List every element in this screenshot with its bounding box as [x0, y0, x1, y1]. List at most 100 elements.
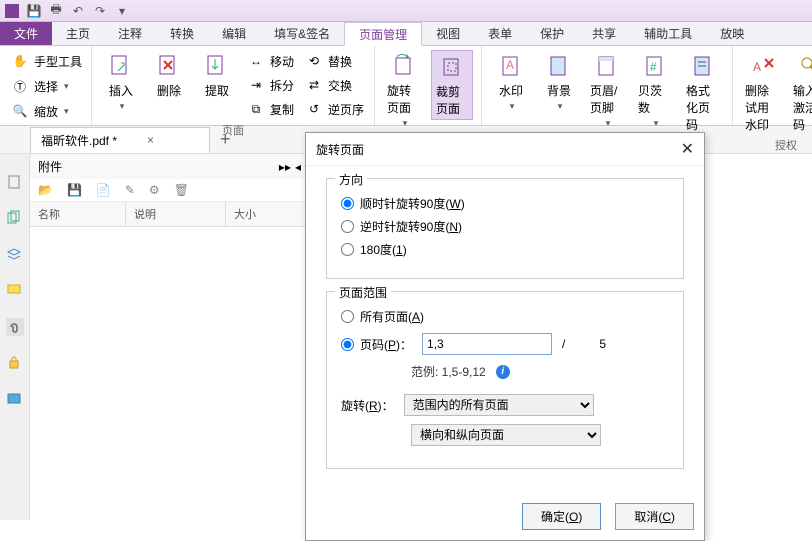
move-button[interactable]: ↔移动 [244, 50, 296, 72]
tab-home[interactable]: 主页 [52, 22, 104, 45]
bookmark-icon[interactable] [6, 174, 24, 192]
delete-button[interactable]: 删除 [148, 50, 190, 101]
svg-text:A: A [506, 58, 514, 72]
tab-fillsign[interactable]: 填写&签名 [260, 22, 344, 45]
close-tab-icon[interactable]: × [147, 133, 154, 147]
reverse-button[interactable]: ↺逆页序 [302, 98, 366, 120]
close-icon[interactable]: ✕ [681, 139, 694, 159]
qat-undo-icon[interactable]: ↶ [70, 3, 86, 19]
tab-file[interactable]: 文件 [0, 22, 52, 45]
collapse-icon[interactable]: ▸▸ [279, 160, 291, 174]
tab-a11y[interactable]: 辅助工具 [630, 22, 706, 45]
tab-protect[interactable]: 保护 [526, 22, 578, 45]
hand-icon: ✋ [10, 51, 30, 71]
app-icon [4, 3, 20, 19]
col-name[interactable]: 名称 [30, 202, 126, 226]
rotate-pages-dialog: 旋转页面 ✕ 方向 顺时针旋转90度(W) 逆时针旋转90度(N) 180度(1… [305, 132, 705, 541]
col-desc[interactable]: 说明 [126, 202, 226, 226]
direction-fieldset: 方向 顺时针旋转90度(W) 逆时针旋转90度(N) 180度(1) [326, 178, 684, 279]
panel-title: 附件 [38, 158, 62, 175]
tab-organize[interactable]: 页面管理 [344, 22, 422, 46]
edit-icon[interactable]: ✎ [125, 183, 135, 197]
insert-button[interactable]: 插入▾ [100, 50, 142, 114]
comments-icon[interactable] [6, 282, 24, 300]
extract-button[interactable]: 提取 [196, 50, 238, 101]
split-icon: ⇥ [246, 75, 266, 95]
radio-pages[interactable]: 页码(P)： [341, 336, 412, 353]
tab-present[interactable]: 放映 [706, 22, 758, 45]
radio-ccw[interactable]: 逆时针旋转90度(N) [341, 218, 669, 235]
range-fieldset: 页面范围 所有页面(A) 页码(P)： / 5 范例: 1,5-9,12i 旋转… [326, 291, 684, 469]
zoom-icon: 🔍 [10, 101, 30, 121]
copy-button[interactable]: ⧉复制 [244, 98, 296, 120]
panel-menu-icon[interactable]: ◂ [295, 160, 301, 174]
attachment-icon[interactable] [6, 318, 24, 336]
attachments-columns: 名称 说明 大小 [30, 202, 309, 227]
cancel-button[interactable]: 取消(C) [615, 503, 694, 530]
pages-icon[interactable] [6, 210, 24, 228]
rotate-scope-select[interactable]: 范围内的所有页面 [404, 394, 594, 416]
replace-icon: ⟲ [304, 51, 324, 71]
qat-more-icon[interactable]: ▾ [114, 3, 130, 19]
page-range-input[interactable] [422, 333, 552, 355]
zoom-button[interactable]: 🔍缩放▾ [8, 100, 71, 122]
signatures-icon[interactable] [6, 390, 24, 408]
rotate-page-button[interactable]: 旋转页面▾ [383, 50, 425, 131]
tab-convert[interactable]: 转换 [156, 22, 208, 45]
add-icon[interactable]: 📄 [96, 183, 111, 197]
tab-view[interactable]: 视图 [422, 22, 474, 45]
copy-icon: ⧉ [246, 99, 266, 119]
select-button[interactable]: Ⓣ选择▾ [8, 75, 71, 97]
bates-button[interactable]: #贝茨数▾ [634, 50, 676, 131]
group-label: 授权 [741, 137, 812, 153]
layers-icon[interactable] [6, 246, 24, 264]
qat-save-icon[interactable]: 💾 [26, 3, 42, 19]
radio-180[interactable]: 180度(1) [341, 241, 669, 258]
chevron-down-icon: ▾ [64, 81, 69, 92]
radio-cw[interactable]: 顺时针旋转90度(W) [341, 195, 669, 212]
crop-icon [438, 53, 466, 81]
swap-button[interactable]: ⇄交换 [302, 74, 354, 96]
watermark-icon: A [497, 52, 525, 80]
attachments-panel: 附件 ▸▸ ◂ 📂 💾 📄 ✎ ⚙ 🗑 名称 说明 大小 [30, 154, 310, 520]
tab-form[interactable]: 表单 [474, 22, 526, 45]
enter-key-button[interactable]: 输入激活码 [789, 50, 812, 135]
qat-redo-icon[interactable]: ↷ [92, 3, 108, 19]
tab-share[interactable]: 共享 [578, 22, 630, 45]
range-legend: 页面范围 [335, 284, 391, 301]
delete-icon [155, 52, 183, 80]
save-icon[interactable]: 💾 [67, 183, 82, 197]
crop-page-button[interactable]: 裁剪页面 [431, 50, 473, 120]
hand-tool-button[interactable]: ✋手型工具 [8, 50, 84, 72]
format-icon [689, 52, 717, 80]
header-footer-button[interactable]: 页眉/页脚▾ [586, 50, 628, 131]
watermark-button[interactable]: A水印▾ [490, 50, 532, 114]
total-pages: 5 [599, 337, 606, 351]
qat-print-icon[interactable]: 🖶 [48, 3, 64, 19]
swap-icon: ⇄ [304, 75, 324, 95]
col-size[interactable]: 大小 [226, 202, 309, 226]
settings-icon[interactable]: ⚙ [149, 183, 160, 197]
ok-button[interactable]: 确定(O) [522, 503, 601, 530]
info-icon[interactable]: i [496, 365, 510, 379]
rotate-icon [390, 52, 418, 80]
orientation-select[interactable]: 横向和纵向页面 [411, 424, 601, 446]
replace-button[interactable]: ⟲替换 [302, 50, 354, 72]
remove-trial-button[interactable]: A删除试用水印 [741, 50, 783, 135]
trash-icon[interactable]: 🗑 [174, 183, 189, 197]
new-tab-button[interactable]: + [210, 129, 241, 150]
format-page-button[interactable]: 格式化页码 [682, 50, 724, 135]
open-icon[interactable]: 📂 [38, 183, 53, 197]
security-icon[interactable] [6, 354, 24, 372]
split-button[interactable]: ⇥拆分 [244, 74, 296, 96]
move-icon: ↔ [246, 51, 266, 71]
radio-all-pages[interactable]: 所有页面(A) [341, 308, 669, 325]
dialog-title: 旋转页面 [316, 141, 364, 158]
tab-edit[interactable]: 编辑 [208, 22, 260, 45]
tab-comment[interactable]: 注释 [104, 22, 156, 45]
background-button[interactable]: 背景▾ [538, 50, 580, 114]
bates-icon: # [641, 52, 669, 80]
select-icon: Ⓣ [10, 76, 30, 96]
document-tab[interactable]: 福昕软件.pdf * × [30, 127, 210, 153]
attachments-toolbar: 📂 💾 📄 ✎ ⚙ 🗑 [30, 179, 309, 202]
